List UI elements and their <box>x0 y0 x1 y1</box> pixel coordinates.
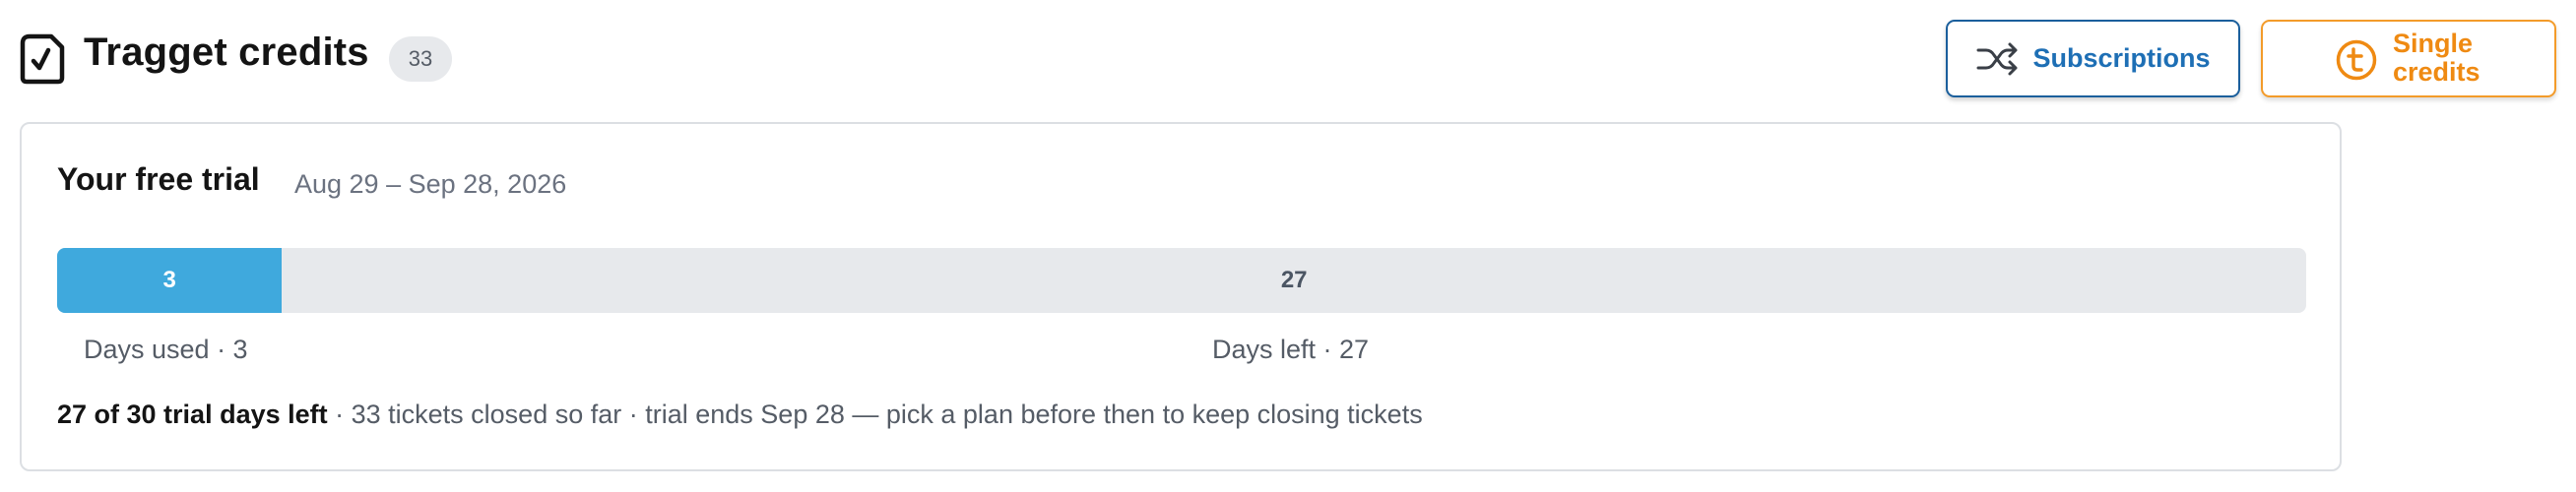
days-used-segment: 3 <box>57 248 283 313</box>
trial-summary-rest: · 33 tickets closed so far · trial ends … <box>327 400 1423 429</box>
single-credits-label: Single credits <box>2393 29 2480 87</box>
days-left-segment: 27 <box>1280 267 1308 293</box>
count-badge: 33 <box>389 36 452 82</box>
single-credits-button[interactable]: Single credits <box>2261 20 2556 97</box>
days-used-legend: Days used · 3 <box>84 335 248 364</box>
page-title: Tragget credits <box>84 31 369 74</box>
trial-dates: Aug 29 – Sep 28, 2026 <box>294 169 567 199</box>
trial-progress-bar: 3 27 <box>57 248 2306 313</box>
trial-summary-strong: 27 of 30 trial days left <box>57 400 328 429</box>
free-trial-card: Your free trial Aug 29 – Sep 28, 2026 3 … <box>20 122 2342 471</box>
shuffle-icon <box>1976 42 2018 75</box>
token-t-icon <box>2336 39 2377 81</box>
subscriptions-label: Subscriptions <box>2032 43 2211 73</box>
days-left-legend: Days left · 27 <box>1212 335 1370 364</box>
document-check-icon <box>20 33 65 85</box>
trial-summary: 27 of 30 trial days left · 33 tickets cl… <box>57 400 1423 430</box>
subscriptions-button[interactable]: Subscriptions <box>1946 20 2240 97</box>
trial-title: Your free trial <box>57 161 260 197</box>
page-header: Tragget credits 33 Subscriptions Single … <box>20 20 2556 118</box>
